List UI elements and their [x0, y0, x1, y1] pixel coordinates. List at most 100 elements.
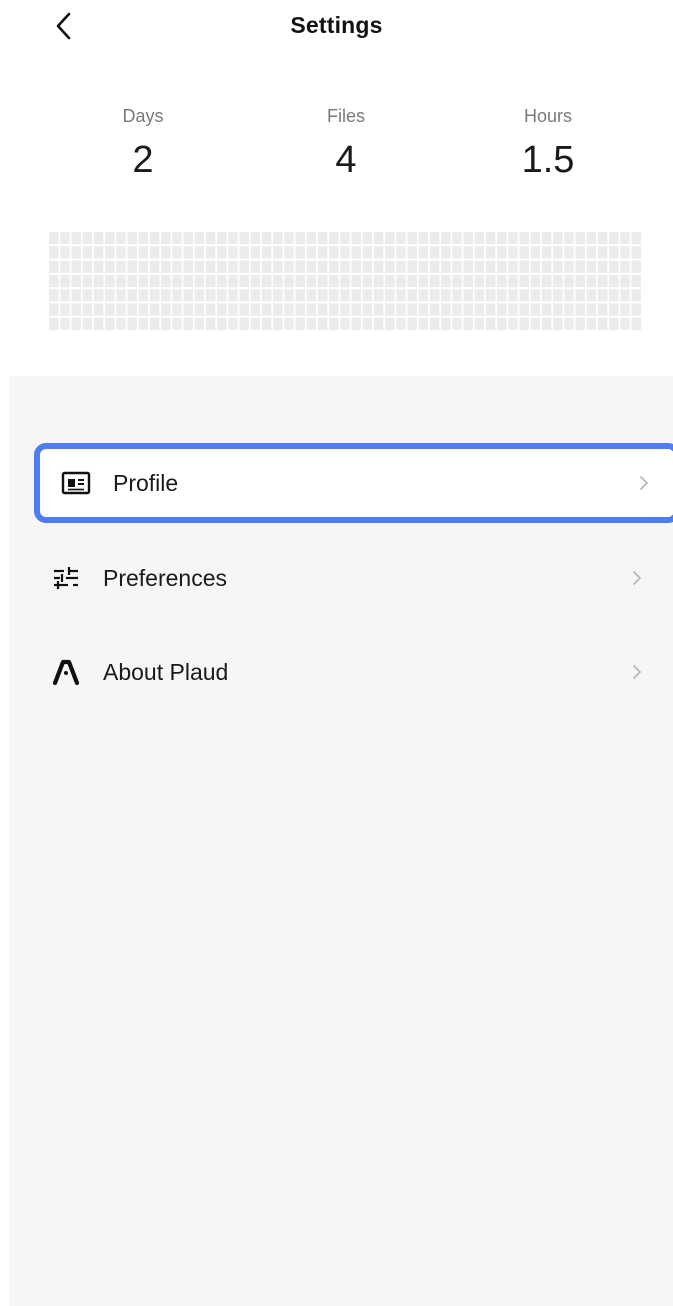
- activity-cell: [306, 232, 317, 245]
- activity-cell: [105, 303, 115, 316]
- activity-cell: [474, 246, 485, 259]
- activity-cell: [485, 274, 496, 288]
- menu-item-label: Profile: [113, 469, 179, 496]
- activity-cell: [597, 317, 608, 330]
- activity-cell: [631, 303, 641, 316]
- activity-cell: [407, 289, 417, 302]
- activity-cell: [273, 317, 283, 330]
- activity-cell: [362, 289, 373, 302]
- activity-cell: [441, 260, 451, 273]
- activity-cell: [631, 289, 641, 302]
- activity-cell: [620, 317, 630, 330]
- activity-cell: [541, 232, 552, 245]
- activity-cell: [116, 317, 126, 330]
- activity-cell: [418, 260, 429, 273]
- activity-cell: [93, 246, 104, 259]
- activity-cell: [138, 274, 149, 288]
- stat-hours: Hours 1.5: [468, 104, 628, 182]
- activity-cell: [575, 317, 585, 330]
- menu-item-about[interactable]: About Plaud: [39, 640, 659, 704]
- activity-cell: [597, 260, 608, 273]
- activity-cell: [116, 303, 126, 316]
- activity-cell: [609, 317, 619, 330]
- activity-cell: [205, 232, 216, 245]
- activity-cell: [631, 246, 641, 259]
- activity-cell: [373, 260, 384, 273]
- activity-cell: [541, 317, 552, 330]
- activity-cell: [418, 303, 429, 316]
- activity-cell: [373, 289, 384, 302]
- activity-cell: [93, 317, 104, 330]
- menu-item-label: Preferences: [103, 564, 228, 591]
- activity-cell: [205, 317, 216, 330]
- menu-item-preferences[interactable]: Preferences: [39, 546, 659, 610]
- activity-cell: [105, 317, 115, 330]
- activity-cell: [586, 260, 597, 273]
- activity-cell: [161, 303, 171, 316]
- activity-cell: [161, 232, 171, 245]
- activity-cell: [362, 232, 373, 245]
- activity-cell: [217, 303, 227, 316]
- menu-item-profile[interactable]: Profile: [34, 443, 673, 523]
- activity-cell: [463, 232, 473, 245]
- activity-cell: [385, 232, 395, 245]
- activity-cell: [508, 274, 518, 288]
- plaud-logo-icon: [51, 657, 81, 687]
- activity-cell: [575, 260, 585, 273]
- activity-cell: [149, 274, 160, 288]
- activity-cell: [485, 246, 496, 259]
- activity-cell: [149, 317, 160, 330]
- activity-cell: [49, 246, 59, 259]
- activity-cell: [217, 260, 227, 273]
- activity-cell: [239, 289, 249, 302]
- activity-cell: [575, 246, 585, 259]
- activity-cell: [463, 246, 473, 259]
- activity-cell: [597, 232, 608, 245]
- activity-cell: [295, 274, 305, 288]
- activity-cell: [205, 260, 216, 273]
- activity-cell: [541, 274, 552, 288]
- activity-cell: [497, 274, 507, 288]
- activity-cell: [620, 289, 630, 302]
- activity-cell: [474, 260, 485, 273]
- activity-cell: [575, 274, 585, 288]
- activity-cell: [71, 317, 81, 330]
- activity-cell: [329, 260, 339, 273]
- activity-cell: [306, 317, 317, 330]
- activity-cell: [82, 246, 93, 259]
- activity-cell: [105, 246, 115, 259]
- activity-cell: [485, 232, 496, 245]
- activity-cell: [93, 274, 104, 288]
- activity-cell: [329, 232, 339, 245]
- activity-cell: [474, 289, 485, 302]
- activity-cell: [306, 289, 317, 302]
- stat-label: Hours: [523, 106, 572, 126]
- activity-cell: [261, 303, 272, 316]
- activity-cell: [340, 317, 350, 330]
- activity-cell: [474, 317, 485, 330]
- activity-cell: [228, 260, 238, 273]
- activity-cell: [351, 317, 361, 330]
- activity-cell: [452, 303, 462, 316]
- activity-cell: [329, 303, 339, 316]
- activity-cell: [452, 274, 462, 288]
- activity-cell: [620, 232, 630, 245]
- activity-cell: [306, 303, 317, 316]
- activity-cell: [49, 260, 59, 273]
- activity-cell: [452, 232, 462, 245]
- activity-cell: [317, 246, 328, 259]
- activity-cell: [407, 274, 417, 288]
- activity-cell: [340, 289, 350, 302]
- activity-cell: [575, 289, 585, 302]
- activity-cell: [93, 260, 104, 273]
- activity-cell: [161, 260, 171, 273]
- activity-cell: [329, 246, 339, 259]
- activity-cell: [575, 303, 585, 316]
- activity-cell: [228, 246, 238, 259]
- activity-cell: [138, 260, 149, 273]
- activity-cell: [49, 289, 59, 302]
- activity-cell: [138, 289, 149, 302]
- activity-cell: [116, 274, 126, 288]
- activity-cell: [530, 274, 541, 288]
- activity-cell: [631, 232, 641, 245]
